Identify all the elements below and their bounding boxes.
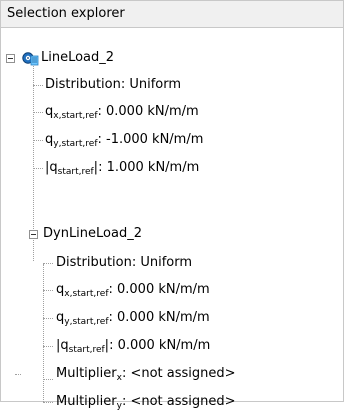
property-subscript: x,start,ref <box>64 289 109 299</box>
tree-line <box>33 112 43 113</box>
property-text: Distribution: Uniform <box>56 255 193 270</box>
tree-node-dynlineload[interactable]: DynLineLoad_2 <box>43 223 142 245</box>
property-distribution[interactable]: Distribution: Uniform <box>56 252 192 274</box>
property-subscript: start,ref <box>68 345 105 355</box>
property-subscript: y,start,ref <box>64 317 109 327</box>
property-value: : 0.000 kN/m/m <box>108 282 210 297</box>
selection-explorer-panel: Selection explorer LineLoad_2 Distributi <box>0 0 344 411</box>
property-value: : 0.000 kN/m/m <box>108 310 210 325</box>
panel-title: Selection explorer <box>1 1 343 28</box>
property-multiplier-y[interactable]: Multipliery: <not assigned> <box>56 391 236 413</box>
tree-line <box>43 264 44 402</box>
property-q-magnitude[interactable]: |qstart,ref|: 1.000 kN/m/m <box>45 157 199 179</box>
property-value: : 1.000 kN/m/m <box>98 160 200 175</box>
tree-line <box>33 85 43 86</box>
property-subscript: y,start,ref <box>53 139 98 149</box>
property-value: : 0.000 kN/m/m <box>97 104 199 119</box>
property-multiplier-x[interactable]: Multiplierx: <not assigned> <box>56 363 236 385</box>
line-load-icon <box>22 52 39 66</box>
tree-line <box>43 346 53 347</box>
tree-line <box>33 140 43 141</box>
property-symbol: |q <box>45 160 58 175</box>
node-label: LineLoad_2 <box>41 50 115 65</box>
property-value: : 0.000 kN/m/m <box>109 338 211 353</box>
tree-line <box>43 290 53 291</box>
tree-line <box>43 402 53 403</box>
property-label: Multiplier <box>56 366 117 381</box>
tree-line <box>43 318 53 319</box>
node-label: DynLineLoad_2 <box>43 226 142 241</box>
collapse-toggle-lineload[interactable] <box>6 54 15 63</box>
property-qy-start-ref[interactable]: qy,start,ref: -1.000 kN/m/m <box>45 129 203 151</box>
selection-tree: LineLoad_2 Distribution: Uniform qx,star… <box>1 28 343 411</box>
property-distribution[interactable]: Distribution: Uniform <box>45 74 181 96</box>
tree-line <box>33 168 43 169</box>
property-subscript: x,start,ref <box>53 111 98 121</box>
property-value: : <not assigned> <box>121 366 236 381</box>
property-q-magnitude[interactable]: |qstart,ref|: 0.000 kN/m/m <box>56 335 210 357</box>
tree-line <box>15 374 21 375</box>
collapse-toggle-dynlineload[interactable] <box>29 230 38 239</box>
property-qy-start-ref[interactable]: qy,start,ref: 0.000 kN/m/m <box>56 307 210 329</box>
property-value: : -1.000 kN/m/m <box>97 132 204 147</box>
property-qx-start-ref[interactable]: qx,start,ref: 0.000 kN/m/m <box>45 101 199 123</box>
property-text: Distribution: Uniform <box>45 77 182 92</box>
property-qx-start-ref[interactable]: qx,start,ref: 0.000 kN/m/m <box>56 279 210 301</box>
tree-node-lineload[interactable]: LineLoad_2 <box>41 47 114 69</box>
tree-line <box>43 379 53 380</box>
tree-line <box>43 263 53 264</box>
property-subscript: start,ref <box>57 167 94 177</box>
property-symbol: |q <box>56 338 69 353</box>
